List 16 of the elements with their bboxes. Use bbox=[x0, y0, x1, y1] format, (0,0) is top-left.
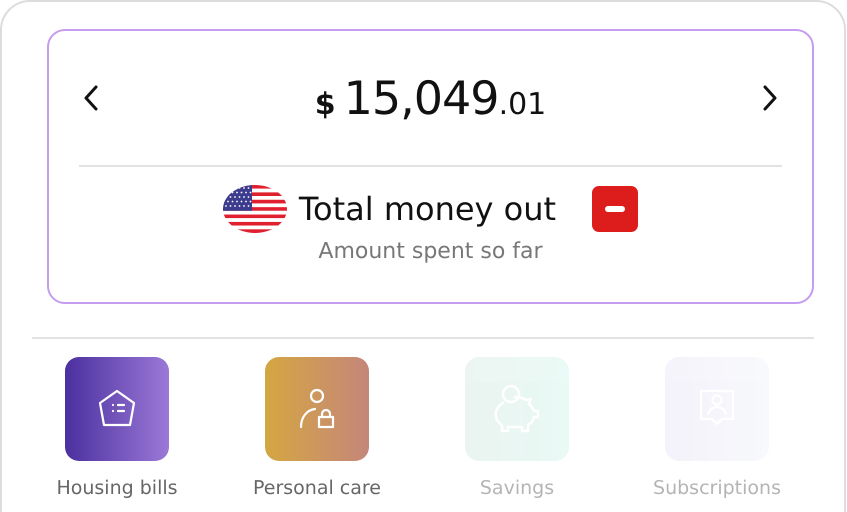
category-label: Personal care bbox=[253, 477, 381, 499]
chevron-right-icon bbox=[762, 85, 778, 111]
category-tile[interactable] bbox=[265, 357, 369, 461]
category-label: Housing bills bbox=[56, 477, 178, 499]
currency-symbol: $ bbox=[314, 87, 336, 122]
amount-whole: 15,049 bbox=[344, 71, 499, 125]
summary-title: Total money out bbox=[298, 190, 556, 228]
us-flag-icon bbox=[222, 185, 287, 233]
amount-cents: .01 bbox=[498, 87, 546, 122]
summary-subtitle: Amount spent so far bbox=[317, 239, 544, 264]
category-tile[interactable] bbox=[65, 357, 169, 461]
chevron-left-icon bbox=[83, 85, 99, 111]
minus-button[interactable] bbox=[592, 186, 638, 232]
category-label: Subscriptions bbox=[653, 477, 781, 499]
minus-icon bbox=[605, 206, 626, 212]
category-label: Savings bbox=[480, 477, 554, 499]
